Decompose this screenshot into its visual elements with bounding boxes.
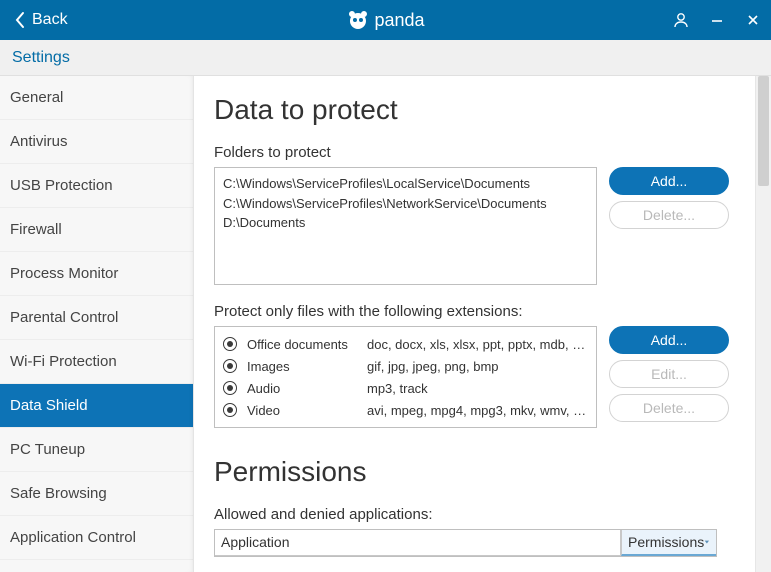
extension-category: Images [247, 359, 367, 374]
main: GeneralAntivirusUSB ProtectionFirewallPr… [0, 76, 771, 572]
extension-list: mp3, track [367, 381, 588, 396]
folder-item[interactable]: C:\Windows\ServiceProfiles\LocalService\… [223, 174, 588, 194]
user-icon [672, 11, 690, 29]
folders-delete-button: Delete... [609, 201, 729, 229]
folders-listbox[interactable]: C:\Windows\ServiceProfiles\LocalService\… [214, 167, 597, 285]
permissions-label: Allowed and denied applications: [214, 506, 735, 523]
heading-data-to-protect: Data to protect [214, 94, 735, 126]
col-permissions[interactable]: Permissions [621, 530, 716, 556]
extensions-table[interactable]: Office documentsdoc, docx, xls, xlsx, pp… [214, 326, 597, 428]
user-button[interactable] [663, 0, 699, 40]
radio-icon[interactable] [223, 381, 237, 395]
extension-category: Audio [247, 381, 367, 396]
sidebar-item-wi-fi-protection[interactable]: Wi-Fi Protection [0, 340, 193, 384]
sidebar-item-application-control[interactable]: Application Control [0, 516, 193, 560]
content: Data to protect Folders to protect C:\Wi… [194, 76, 755, 572]
extension-row[interactable]: Office documentsdoc, docx, xls, xlsx, pp… [223, 333, 588, 355]
extension-row[interactable]: Audiomp3, track [223, 377, 588, 399]
panda-logo-icon [346, 9, 368, 31]
extensions-delete-button: Delete... [609, 394, 729, 422]
folder-item[interactable]: C:\Windows\ServiceProfiles\NetworkServic… [223, 194, 588, 214]
sort-icon [704, 538, 710, 546]
scrollbar[interactable] [755, 76, 771, 572]
scrollbar-thumb[interactable] [758, 76, 769, 186]
close-icon [746, 13, 760, 27]
permissions-table[interactable]: Application Permissions [214, 529, 717, 557]
minimize-button[interactable] [699, 0, 735, 40]
settings-label: Settings [12, 49, 70, 67]
extension-row[interactable]: Imagesgif, jpg, jpeg, png, bmp [223, 355, 588, 377]
sidebar-item-firewall[interactable]: Firewall [0, 208, 193, 252]
back-button[interactable]: Back [0, 0, 82, 40]
sidebar: GeneralAntivirusUSB ProtectionFirewallPr… [0, 76, 194, 572]
folder-item[interactable]: D:\Documents [223, 213, 588, 233]
chevron-left-icon [14, 11, 26, 29]
sidebar-item-safe-browsing[interactable]: Safe Browsing [0, 472, 193, 516]
folders-label: Folders to protect [214, 144, 735, 161]
extensions-label: Protect only files with the following ex… [214, 303, 735, 320]
sidebar-item-parental-control[interactable]: Parental Control [0, 296, 193, 340]
close-button[interactable] [735, 0, 771, 40]
extension-list: doc, docx, xls, xlsx, ppt, pptx, mdb, ac… [367, 337, 588, 352]
sidebar-item-pc-tuneup[interactable]: PC Tuneup [0, 428, 193, 472]
radio-icon[interactable] [223, 403, 237, 417]
back-label: Back [32, 11, 68, 29]
extension-category: Office documents [247, 337, 367, 352]
extension-list: gif, jpg, jpeg, png, bmp [367, 359, 588, 374]
extensions-edit-button: Edit... [609, 360, 729, 388]
sidebar-item-usb-protection[interactable]: USB Protection [0, 164, 193, 208]
minimize-icon [710, 13, 724, 27]
window-controls [663, 0, 771, 40]
sidebar-item-general[interactable]: General [0, 76, 193, 120]
extensions-add-button[interactable]: Add... [609, 326, 729, 354]
settings-header: Settings [0, 40, 771, 76]
col-application[interactable]: Application [215, 530, 621, 556]
brand-text: panda [374, 10, 424, 31]
content-wrap: Data to protect Folders to protect C:\Wi… [194, 76, 771, 572]
extension-row[interactable]: Videoavi, mpeg, mpg4, mpg3, mkv, wmv, mp… [223, 399, 588, 421]
extension-list: avi, mpeg, mpg4, mpg3, mkv, wmv, mpg, m.… [367, 403, 588, 418]
title-bar: Back panda [0, 0, 771, 40]
heading-permissions: Permissions [214, 456, 735, 488]
sidebar-item-data-shield[interactable]: Data Shield [0, 384, 193, 428]
radio-icon[interactable] [223, 337, 237, 351]
sidebar-item-process-monitor[interactable]: Process Monitor [0, 252, 193, 296]
extension-category: Video [247, 403, 367, 418]
folders-add-button[interactable]: Add... [609, 167, 729, 195]
radio-icon[interactable] [223, 359, 237, 373]
brand: panda [346, 9, 424, 31]
sidebar-item-antivirus[interactable]: Antivirus [0, 120, 193, 164]
permissions-header: Application Permissions [215, 530, 716, 556]
